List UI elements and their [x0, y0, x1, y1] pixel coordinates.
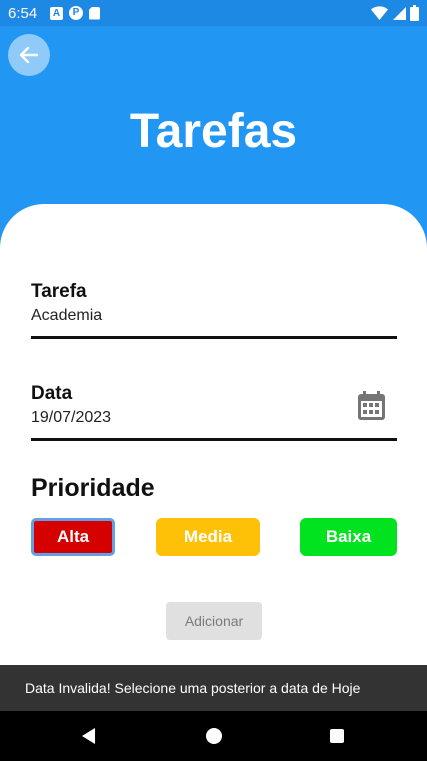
calendar-icon[interactable]	[357, 391, 386, 421]
home-circle-icon[interactable]	[206, 728, 222, 744]
priority-title: Prioridade	[31, 474, 155, 502]
snackbar: Data Invalida! Selecione uma posterior a…	[0, 665, 427, 711]
status-bar: 6:54 A P	[0, 0, 427, 26]
sd-card-icon	[89, 6, 100, 20]
recents-square-icon[interactable]	[330, 729, 344, 743]
a-notification-icon: A	[50, 6, 63, 20]
system-nav-bar	[0, 711, 427, 761]
task-input[interactable]: Academia	[31, 307, 102, 325]
back-triangle-icon[interactable]	[82, 728, 95, 744]
page-title: Tarefas	[129, 105, 298, 158]
back-button[interactable]	[8, 34, 50, 76]
priority-medium-button[interactable]: Media	[156, 518, 260, 556]
snackbar-message: Data Invalida! Selecione uma posterior a…	[25, 680, 361, 696]
add-button[interactable]: Adicionar	[166, 602, 262, 640]
date-input[interactable]: 19/07/2023	[31, 409, 111, 427]
status-notification-icons: A P	[50, 6, 100, 20]
status-time: 6:54	[8, 5, 38, 22]
p-notification-icon: P	[69, 6, 83, 20]
arrow-left-icon	[19, 46, 39, 64]
priority-high-button[interactable]: Alta	[31, 518, 115, 556]
wifi-icon	[371, 5, 388, 20]
task-input-underline	[31, 336, 397, 339]
signal-icon	[393, 6, 406, 20]
date-label: Data	[31, 383, 73, 404]
priority-low-button[interactable]: Baixa	[300, 518, 397, 556]
task-label: Tarefa	[31, 281, 87, 302]
battery-icon	[410, 5, 419, 21]
status-system-icons	[371, 5, 419, 21]
date-input-underline	[31, 438, 397, 441]
